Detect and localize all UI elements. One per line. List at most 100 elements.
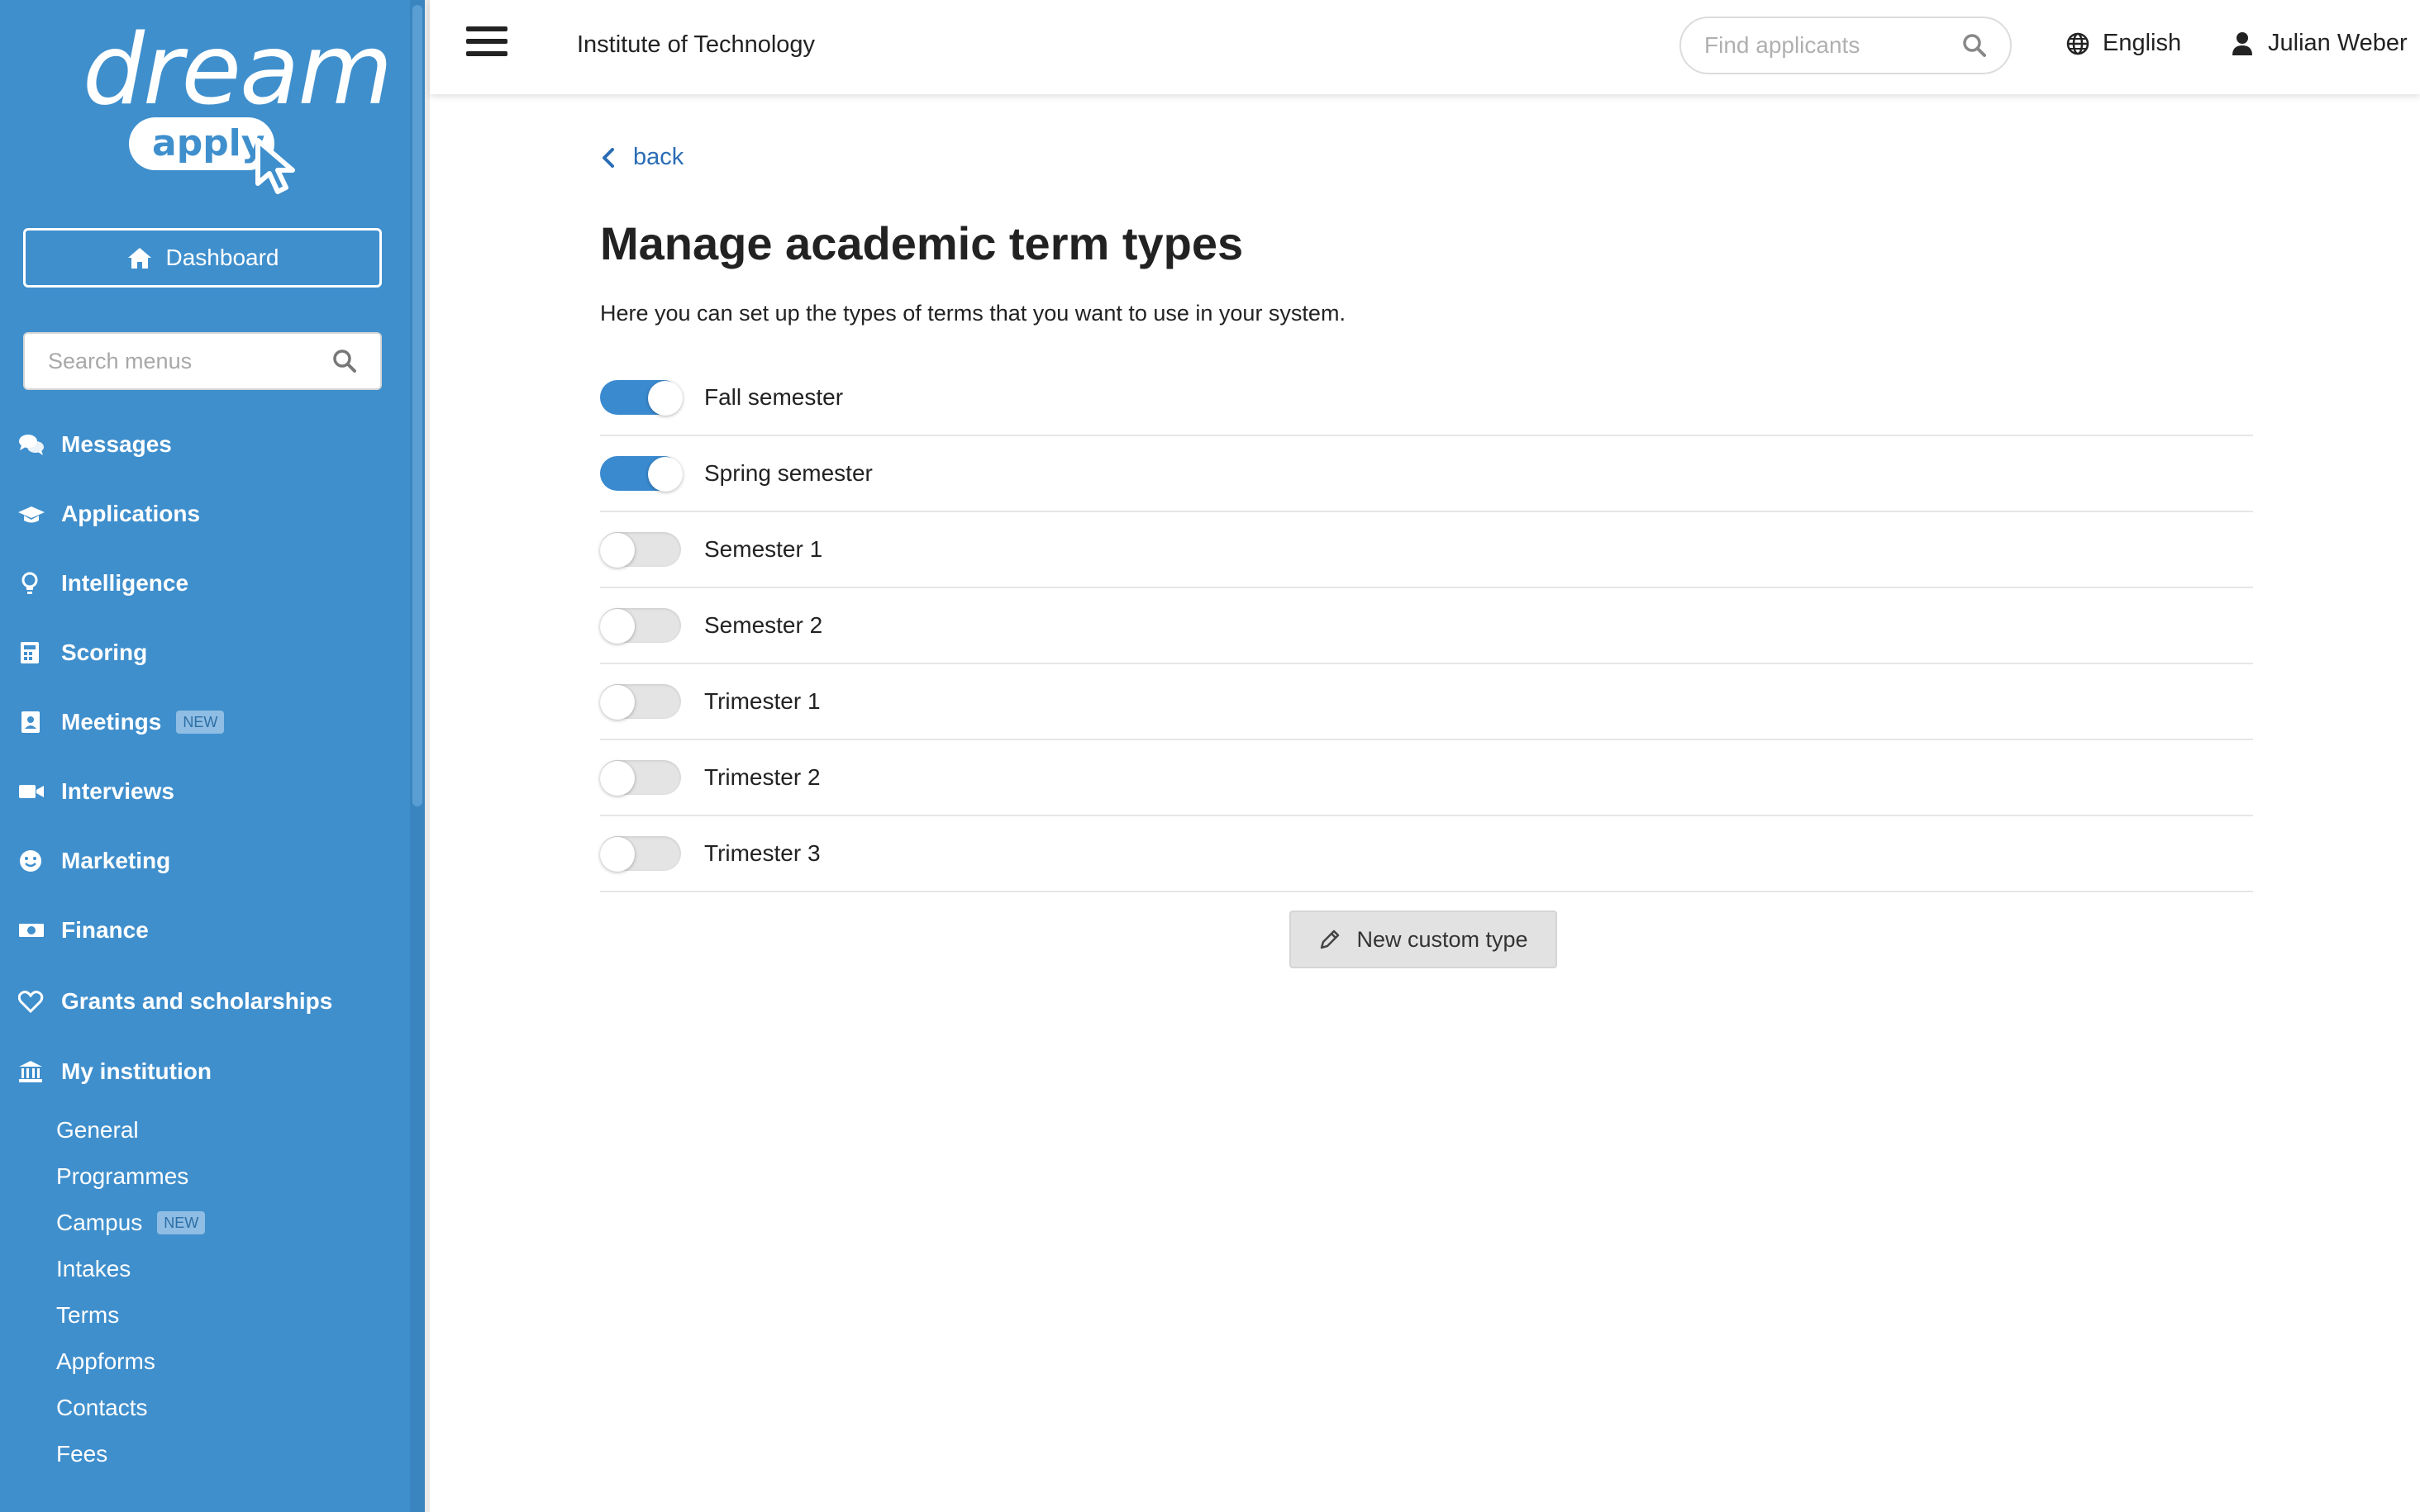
sidebar-subitem-general[interactable]: General — [56, 1110, 139, 1151]
toggle-knob — [600, 533, 635, 568]
sidebar-item-scoring[interactable]: Scoring — [18, 628, 147, 678]
dashboard-button[interactable]: Dashboard — [23, 228, 382, 288]
term-row: Trimester 1 — [600, 664, 2253, 740]
term-toggle[interactable] — [600, 456, 683, 492]
language-label: English — [2103, 30, 2182, 56]
dashboard-label: Dashboard — [165, 245, 279, 270]
term-label: Semester 1 — [704, 536, 823, 562]
dreamapply-logo[interactable]: dream apply — [79, 12, 393, 194]
term-row: Trimester 3 — [600, 816, 2253, 892]
cursor-icon — [255, 138, 295, 194]
page-title: Manage academic term types — [600, 217, 1244, 269]
globe-icon — [2066, 32, 2089, 55]
sidebar-subitem-appforms[interactable]: Appforms — [56, 1341, 155, 1382]
lightbulb-icon — [21, 572, 38, 594]
comments-icon — [19, 435, 44, 455]
term-label: Semester 2 — [704, 612, 823, 638]
sidebar-item-label: My institution — [61, 1058, 212, 1084]
sidebar-scrollbar[interactable] — [410, 0, 425, 1512]
user-icon — [2232, 31, 2252, 55]
pencil-icon — [1321, 930, 1340, 949]
institution-name: Institute of Technology — [577, 31, 816, 58]
sidebar-item-intelligence[interactable]: Intelligence — [18, 559, 188, 608]
sidebar-subitem-campus[interactable]: Campus NEW — [56, 1202, 206, 1243]
term-toggle[interactable] — [600, 380, 683, 416]
back-label: back — [633, 144, 684, 170]
new-badge: NEW — [176, 711, 225, 734]
sidebar-subitem-fees[interactable]: Fees — [56, 1434, 107, 1475]
term-toggle[interactable] — [600, 760, 681, 796]
hamburger-menu-icon[interactable] — [466, 26, 507, 63]
term-label: Trimester 1 — [704, 688, 821, 714]
sidebar-item-label: Grants and scholarships — [61, 988, 333, 1014]
home-icon — [127, 248, 151, 269]
term-row: Fall semester — [600, 360, 2253, 436]
sidebar-item-grants[interactable]: Grants and scholarships — [18, 977, 332, 1026]
sidebar-item-label: Marketing — [61, 848, 171, 873]
toggle-knob — [648, 457, 683, 492]
term-row: Spring semester — [600, 436, 2253, 512]
search-icon[interactable] — [1962, 33, 1987, 58]
sidebar-item-label: Messages — [61, 431, 172, 457]
user-name: Julian Weber — [2268, 30, 2408, 56]
scrollbar-thumb[interactable] — [412, 5, 422, 806]
address-book-icon — [21, 711, 40, 733]
sidebar-item-meetings[interactable]: Meetings NEW — [18, 697, 225, 747]
sidebar-item-label: Interviews — [61, 778, 174, 804]
sidebar-subitem-terms[interactable]: Terms — [56, 1295, 119, 1336]
sidebar-item-applications[interactable]: Applications — [18, 489, 200, 539]
sidebar: dream apply Dashboard Messages Applicati… — [0, 0, 410, 1512]
sidebar-item-my-institution[interactable]: My institution — [18, 1047, 212, 1096]
video-icon — [19, 785, 44, 798]
sidebar-item-finance[interactable]: Finance — [18, 906, 149, 955]
logo-word-dream: dream — [83, 12, 393, 126]
new-badge: NEW — [157, 1211, 206, 1234]
sidebar-subitem-contacts[interactable]: Contacts — [56, 1387, 148, 1429]
term-label: Fall semester — [704, 384, 844, 410]
term-row: Semester 1 — [600, 512, 2253, 588]
toggle-knob — [600, 685, 635, 720]
divider — [425, 0, 430, 1512]
term-toggle[interactable] — [600, 836, 681, 872]
search-icon[interactable] — [332, 349, 357, 373]
sidebar-item-label: Scoring — [61, 640, 148, 665]
user-menu[interactable]: Julian Weber — [2232, 30, 2408, 57]
menu-search — [23, 332, 382, 390]
institution-icon — [19, 1061, 42, 1082]
heart-icon — [18, 991, 44, 1014]
language-selector[interactable]: English — [2066, 30, 2181, 57]
term-label: Trimester 3 — [704, 840, 821, 866]
term-row: Semester 2 — [600, 588, 2253, 664]
applicant-search — [1679, 17, 2012, 74]
toggle-knob — [600, 837, 635, 872]
new-custom-type-label: New custom type — [1356, 926, 1528, 952]
money-bill-icon — [19, 924, 44, 937]
top-bar: Institute of Technology English Julian W… — [430, 0, 2420, 94]
sidebar-item-label: Finance — [61, 917, 149, 943]
term-toggle[interactable] — [600, 608, 681, 644]
sidebar-subitem-intakes[interactable]: Intakes — [56, 1248, 131, 1290]
toggle-knob — [600, 761, 635, 796]
menu-search-input[interactable] — [48, 348, 329, 374]
sidebar-item-marketing[interactable]: Marketing — [18, 836, 170, 886]
chevron-left-icon — [603, 147, 614, 168]
sidebar-item-interviews[interactable]: Interviews — [18, 767, 174, 816]
term-toggle[interactable] — [600, 684, 681, 720]
term-label: Trimester 2 — [704, 764, 821, 790]
sidebar-subitem-label: Campus — [56, 1210, 143, 1235]
term-toggle[interactable] — [600, 532, 681, 568]
sidebar-item-label: Applications — [61, 501, 201, 526]
logo-word-apply: apply — [152, 122, 265, 164]
back-link[interactable]: back — [602, 144, 684, 171]
applicant-search-input[interactable] — [1704, 32, 1952, 59]
graduation-cap-icon — [18, 506, 45, 523]
page-description: Here you can set up the types of terms t… — [600, 301, 1346, 326]
sidebar-item-label: Intelligence — [61, 570, 189, 596]
new-custom-type-button[interactable]: New custom type — [1289, 911, 1557, 968]
sidebar-item-label: Meetings — [61, 709, 162, 735]
sidebar-item-messages[interactable]: Messages — [18, 420, 172, 469]
calculator-icon — [21, 642, 39, 663]
term-row: Trimester 2 — [600, 740, 2253, 816]
toggle-knob — [600, 609, 635, 644]
sidebar-subitem-programmes[interactable]: Programmes — [56, 1156, 188, 1197]
